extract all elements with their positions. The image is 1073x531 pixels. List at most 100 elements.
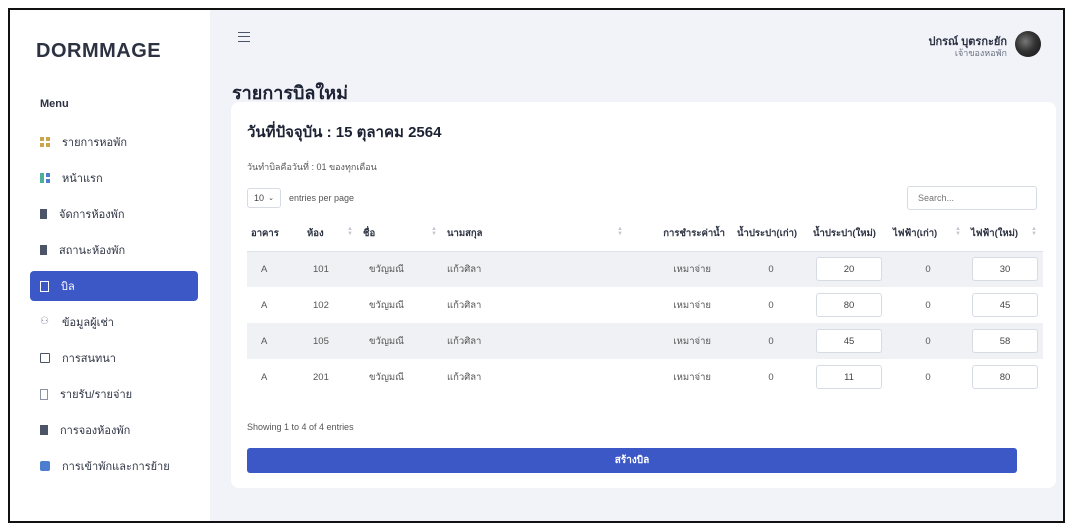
elec-new-input[interactable]: [972, 293, 1038, 317]
table-header-row: อาคาร ห้อง ▲ ▼ ชื่อ ▲ ▼ นามสกุล ▲ ▼ การชำระค่า…: [247, 217, 1043, 252]
sort-icon: ▲ ▼: [347, 226, 353, 237]
elec-new-input[interactable]: [972, 329, 1038, 353]
cell-water-new: [809, 287, 889, 323]
hamburger-menu-icon[interactable]: [238, 32, 250, 42]
file-icon: [40, 388, 48, 400]
sidebar-item-label: สถานะห้องพัก: [59, 245, 126, 257]
cell-water-new: [809, 359, 889, 395]
water-new-input[interactable]: [816, 293, 882, 317]
column-header-elec-old[interactable]: ไฟฟ้า(เก่า) ▲ ▼: [889, 217, 967, 252]
column-header-room[interactable]: ห้อง ▲ ▼: [303, 217, 359, 252]
move-icon: [40, 461, 50, 471]
building-icon: [40, 209, 47, 219]
table-row: A 101 ขวัญมณี แก้วศิลา เหมาจ่าย 0 0: [247, 251, 1043, 287]
sidebar-item-label: หน้าแรก: [62, 173, 103, 185]
building-icon: [40, 245, 47, 255]
cell-elec-old: 0: [889, 251, 967, 287]
column-header-last-name[interactable]: นามสกุล ▲ ▼: [443, 217, 629, 252]
elec-new-input[interactable]: [972, 257, 1038, 282]
cell-first-name: ขวัญมณี: [359, 251, 443, 287]
column-header-building[interactable]: อาคาร: [247, 217, 303, 252]
sort-icon: ▲ ▼: [617, 226, 623, 237]
avatar[interactable]: [1015, 31, 1041, 57]
sidebar-item-label: รายการหอพัก: [62, 137, 128, 149]
table-row: A 105 ขวัญมณี แก้วศิลา เหมาจ่าย 0 0: [247, 323, 1043, 359]
sidebar-item-dorm-list[interactable]: รายการหอพัก: [10, 124, 210, 160]
showing-entries-text: Showing 1 to 4 of 4 entries: [247, 422, 354, 432]
cell-last-name: แก้วศิลา: [443, 251, 629, 287]
cell-elec-old: 0: [925, 299, 931, 311]
per-page-select[interactable]: 10 ⌄: [247, 188, 281, 208]
sidebar: DORMMAGE Menu รายการหอพัก หน้าแรก จัดการ…: [10, 10, 210, 521]
sidebar-item-tenants[interactable]: ⚇ ข้อมูลผู้เช่า: [10, 304, 210, 340]
table-row: A 201 ขวัญมณี แก้วศิลา เหมาจ่าย 0 0: [247, 359, 1043, 395]
water-new-input[interactable]: [816, 257, 882, 282]
cell-room: 102: [313, 299, 329, 311]
sidebar-item-label: บิล: [61, 281, 75, 293]
sidebar-item-chat[interactable]: การสนทนา: [10, 340, 210, 376]
cell-water-old: 0: [768, 371, 774, 383]
cell-building: A: [261, 371, 268, 383]
cell-building: A: [247, 251, 303, 287]
cell-first-name: ขวัญมณี: [369, 371, 404, 383]
per-page-value: 10: [254, 193, 265, 203]
column-header-water-old[interactable]: น้ำประปา(เก่า): [733, 217, 809, 252]
cell-water-old: 0: [733, 323, 809, 359]
sidebar-item-home[interactable]: หน้าแรก: [10, 160, 210, 196]
cell-first-name: ขวัญมณี: [359, 323, 443, 359]
per-page-label: entries per page: [289, 193, 355, 203]
cell-elec-old: 0: [889, 323, 967, 359]
cell-elec-new: [967, 323, 1043, 359]
table-row: A 102 ขวัญมณี แก้วศิลา เหมาจ่าย 0 0: [247, 287, 1043, 323]
book-icon: [40, 425, 48, 435]
grid-icon: [40, 137, 50, 147]
cell-room: 101: [303, 251, 359, 287]
water-new-input[interactable]: [816, 329, 882, 353]
home-icon: [40, 173, 50, 183]
cell-elec-new: [967, 287, 1043, 323]
users-icon: ⚇: [40, 316, 49, 327]
sort-icon: ▲ ▼: [431, 226, 437, 237]
app-window: DORMMAGE Menu รายการหอพัก หน้าแรก จัดการ…: [8, 8, 1065, 523]
sidebar-item-label: การจองห้องพัก: [60, 425, 131, 437]
main-content: ปกรณ์ บุตรกะยัก เจ้าของหอพัก รายการบิลให…: [210, 10, 1063, 521]
water-new-input[interactable]: [816, 365, 882, 389]
sidebar-item-label: จัดการห้องพัก: [59, 209, 125, 221]
cell-building: A: [247, 323, 303, 359]
cell-elec-new: [967, 359, 1043, 395]
bill-table: อาคาร ห้อง ▲ ▼ ชื่อ ▲ ▼ นามสกุล ▲ ▼ การชำระค่า…: [247, 217, 1043, 395]
search-input[interactable]: [907, 186, 1037, 210]
bill-card: วันที่ปัจจุบัน : 15 ตุลาคม 2564 วันทำบิล…: [231, 102, 1056, 488]
column-header-water-new[interactable]: น้ำประปา(ใหม่): [809, 217, 889, 252]
app-logo: DORMMAGE: [36, 40, 162, 62]
sidebar-item-bills[interactable]: บิล: [30, 271, 198, 301]
sidebar-item-income-expense[interactable]: รายรับ/รายจ่าย: [10, 376, 210, 412]
sidebar-item-label: รายรับ/รายจ่าย: [60, 389, 133, 401]
cell-water-new: [809, 323, 889, 359]
sidebar-item-label: ข้อมูลผู้เช่า: [62, 317, 114, 329]
cell-last-name: แก้วศิลา: [443, 323, 629, 359]
column-header-first-name[interactable]: ชื่อ ▲ ▼: [359, 217, 443, 252]
create-bill-button[interactable]: สร้างบิล: [247, 448, 1017, 473]
sidebar-item-label: การสนทนา: [62, 353, 116, 365]
column-header-elec-new[interactable]: ไฟฟ้า(ใหม่) ▲ ▼: [967, 217, 1043, 252]
cell-water-payment: เหมาจ่าย: [673, 299, 711, 311]
sidebar-item-label: การเข้าพักและการย้าย: [62, 461, 170, 473]
sidebar-item-manage-rooms[interactable]: จัดการห้องพัก: [10, 196, 210, 232]
user-role: เจ้าของหอพัก: [954, 48, 1007, 58]
chat-icon: [40, 353, 50, 363]
elec-new-input[interactable]: [972, 365, 1038, 389]
sidebar-item-booking[interactable]: การจองห้องพัก: [10, 412, 210, 448]
cell-water-payment: เหมาจ่าย: [629, 251, 733, 287]
entries-per-page: 10 ⌄ entries per page: [247, 188, 354, 208]
cell-elec-new: [967, 251, 1043, 287]
chevron-down-icon: ⌄: [268, 195, 274, 202]
cell-last-name: แก้วศิลา: [447, 299, 482, 311]
current-date-title: วันที่ปัจจุบัน : 15 ตุลาคม 2564: [247, 124, 442, 141]
bill-day-note: วันทำบิลคือวันที่ : 01 ของทุกเดือน: [247, 162, 377, 172]
document-icon: [40, 280, 49, 292]
sidebar-item-room-status[interactable]: สถานะห้องพัก: [10, 232, 210, 268]
column-header-water-payment[interactable]: การชำระค่าน้ำ: [629, 217, 733, 252]
cell-water-old: 0: [733, 251, 809, 287]
sidebar-item-checkin-move[interactable]: การเข้าพักและการย้าย: [10, 448, 210, 484]
